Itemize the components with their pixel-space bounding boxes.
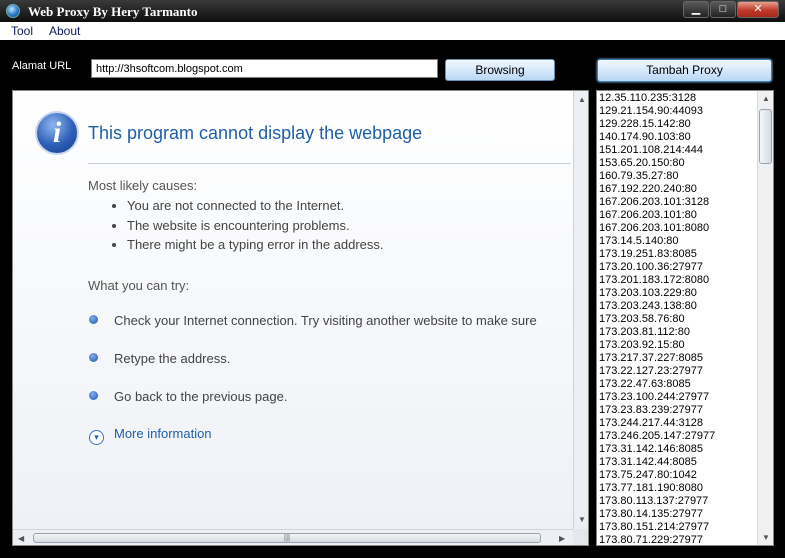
proxy-item[interactable]: 173.31.142.146:8085 xyxy=(599,443,757,456)
scroll-up-icon[interactable]: ▲ xyxy=(578,95,586,104)
proxy-item[interactable]: 173.23.83.239:27977 xyxy=(599,404,757,417)
proxy-item[interactable]: 173.22.127.23:27977 xyxy=(599,365,757,378)
proxy-item[interactable]: 173.203.92.15:80 xyxy=(599,339,757,352)
scroll-down-icon[interactable]: ▼ xyxy=(762,533,770,542)
try-item-text: Check your Internet connection. Try visi… xyxy=(114,313,537,328)
proxy-item[interactable]: 173.203.103.229:80 xyxy=(599,287,757,300)
menu-tool[interactable]: Tool xyxy=(11,24,33,38)
proxy-item[interactable]: 173.19.251.83:8085 xyxy=(599,248,757,261)
proxy-item[interactable]: 160.79.35.27:80 xyxy=(599,170,757,183)
window-controls: ▁ □ ✕ xyxy=(682,1,779,18)
scroll-right-icon[interactable]: ▶ xyxy=(559,534,565,543)
maximize-button[interactable]: □ xyxy=(710,1,736,18)
proxy-item[interactable]: 151.201.108.214:444 xyxy=(599,144,757,157)
error-page: i This program cannot display the webpag… xyxy=(13,91,573,529)
url-input[interactable] xyxy=(91,59,438,78)
bullet-icon xyxy=(89,315,98,324)
proxy-list-scrollbar[interactable]: ▲ ▼ xyxy=(757,91,773,545)
proxy-item[interactable]: 12.35.110.235:3128 xyxy=(599,92,757,105)
proxy-scroll-thumb[interactable] xyxy=(759,109,772,164)
try-item-text: Go back to the previous page. xyxy=(114,389,288,404)
proxy-item[interactable]: 173.244.217.44:3128 xyxy=(599,417,757,430)
proxy-items: 12.35.110.235:3128 129.21.154.90:44093 129… xyxy=(599,92,757,545)
menu-about[interactable]: About xyxy=(49,24,80,38)
proxy-item[interactable]: 167.206.203.101:80 xyxy=(599,209,757,222)
proxy-item[interactable]: 173.203.81.112:80 xyxy=(599,326,757,339)
app-window: Web Proxy By Hery Tarmanto ▁ □ ✕ Tool Ab… xyxy=(0,0,785,558)
add-proxy-button[interactable]: Tambah Proxy xyxy=(597,59,772,82)
scroll-down-icon[interactable]: ▼ xyxy=(578,515,586,524)
try-item-retype: Retype the address. xyxy=(89,351,230,366)
more-information-link[interactable]: ▾ More information xyxy=(89,426,212,445)
proxy-item[interactable]: 129.228.15.142:80 xyxy=(599,118,757,131)
proxy-item[interactable]: 173.246.205.147:27977 xyxy=(599,430,757,443)
cause-item: The website is encountering problems. xyxy=(127,218,384,238)
browser-vertical-scrollbar[interactable]: ▲ ▼ xyxy=(573,91,588,529)
app-globe-icon xyxy=(6,4,20,18)
proxy-item[interactable]: 173.203.243.138:80 xyxy=(599,300,757,313)
proxy-item[interactable]: 173.80.113.137:27977 xyxy=(599,495,757,508)
proxy-item[interactable]: 173.77.181.190:8080 xyxy=(599,482,757,495)
browser-horizontal-scrollbar[interactable]: ◀ ||| ▶ xyxy=(13,529,573,545)
causes-heading: Most likely causes: xyxy=(88,178,198,193)
error-title: This program cannot display the webpage xyxy=(88,123,423,143)
proxy-item[interactable]: 167.206.203.101:3128 xyxy=(599,196,757,209)
more-information-text: More information xyxy=(114,426,212,441)
try-item-check-connection: Check your Internet connection. Try visi… xyxy=(89,313,537,328)
title-bar: Web Proxy By Hery Tarmanto ▁ □ ✕ xyxy=(0,0,785,22)
info-icon: i xyxy=(35,111,79,155)
try-heading: What you can try: xyxy=(88,278,190,293)
proxy-item[interactable]: 173.14.5.140:80 xyxy=(599,235,757,248)
try-item-go-back[interactable]: Go back to the previous page. xyxy=(89,389,287,404)
proxy-item[interactable]: 173.20.100.36:27977 xyxy=(599,261,757,274)
proxy-item[interactable]: 129.21.154.90:44093 xyxy=(599,105,757,118)
cause-item: You are not connected to the Internet. xyxy=(127,198,384,218)
proxy-item[interactable]: 173.80.151.214:27977 xyxy=(599,521,757,534)
proxy-item[interactable]: 167.206.203.101:8080 xyxy=(599,222,757,235)
cause-item: There might be a typing error in the add… xyxy=(127,237,384,257)
horizontal-scroll-thumb[interactable]: ||| xyxy=(33,533,541,543)
window-title: Web Proxy By Hery Tarmanto xyxy=(28,4,198,19)
scrollbar-corner xyxy=(573,529,588,545)
browse-button[interactable]: Browsing xyxy=(445,59,555,81)
menu-bar: Tool About xyxy=(0,22,785,40)
proxy-list[interactable]: 12.35.110.235:3128 129.21.154.90:44093 129… xyxy=(596,90,774,546)
proxy-item[interactable]: 173.31.142.44:8085 xyxy=(599,456,757,469)
causes-list: You are not connected to the Internet. T… xyxy=(115,198,384,257)
proxy-item[interactable]: 173.23.100.244:27977 xyxy=(599,391,757,404)
bullet-icon xyxy=(89,353,98,362)
proxy-item[interactable]: 153.65.20.150:80 xyxy=(599,157,757,170)
proxy-item[interactable]: 173.203.58.76:80 xyxy=(599,313,757,326)
bullet-icon xyxy=(89,391,98,400)
proxy-item[interactable]: 167.192.220.240:80 xyxy=(599,183,757,196)
proxy-item[interactable]: 140.174.90.103:80 xyxy=(599,131,757,144)
scroll-left-icon[interactable]: ◀ xyxy=(18,534,24,543)
minimize-button[interactable]: ▁ xyxy=(683,1,709,18)
proxy-item[interactable]: 173.217.37.227:8085 xyxy=(599,352,757,365)
divider xyxy=(88,163,571,164)
close-button[interactable]: ✕ xyxy=(737,1,779,18)
browser-view[interactable]: i This program cannot display the webpag… xyxy=(12,90,589,546)
proxy-item[interactable]: 173.75.247.80:1042 xyxy=(599,469,757,482)
url-label: Alamat URL xyxy=(12,60,72,72)
proxy-item[interactable]: 173.80.14.135:27977 xyxy=(599,508,757,521)
scroll-up-icon[interactable]: ▲ xyxy=(762,94,770,103)
chevron-down-icon: ▾ xyxy=(89,430,104,445)
proxy-item[interactable]: 173.201.183.172:8080 xyxy=(599,274,757,287)
proxy-item[interactable]: 173.80.71.229:27977 xyxy=(599,534,757,545)
try-item-text: Retype the address. xyxy=(114,351,231,366)
proxy-item[interactable]: 173.22.47.63:8085 xyxy=(599,378,757,391)
